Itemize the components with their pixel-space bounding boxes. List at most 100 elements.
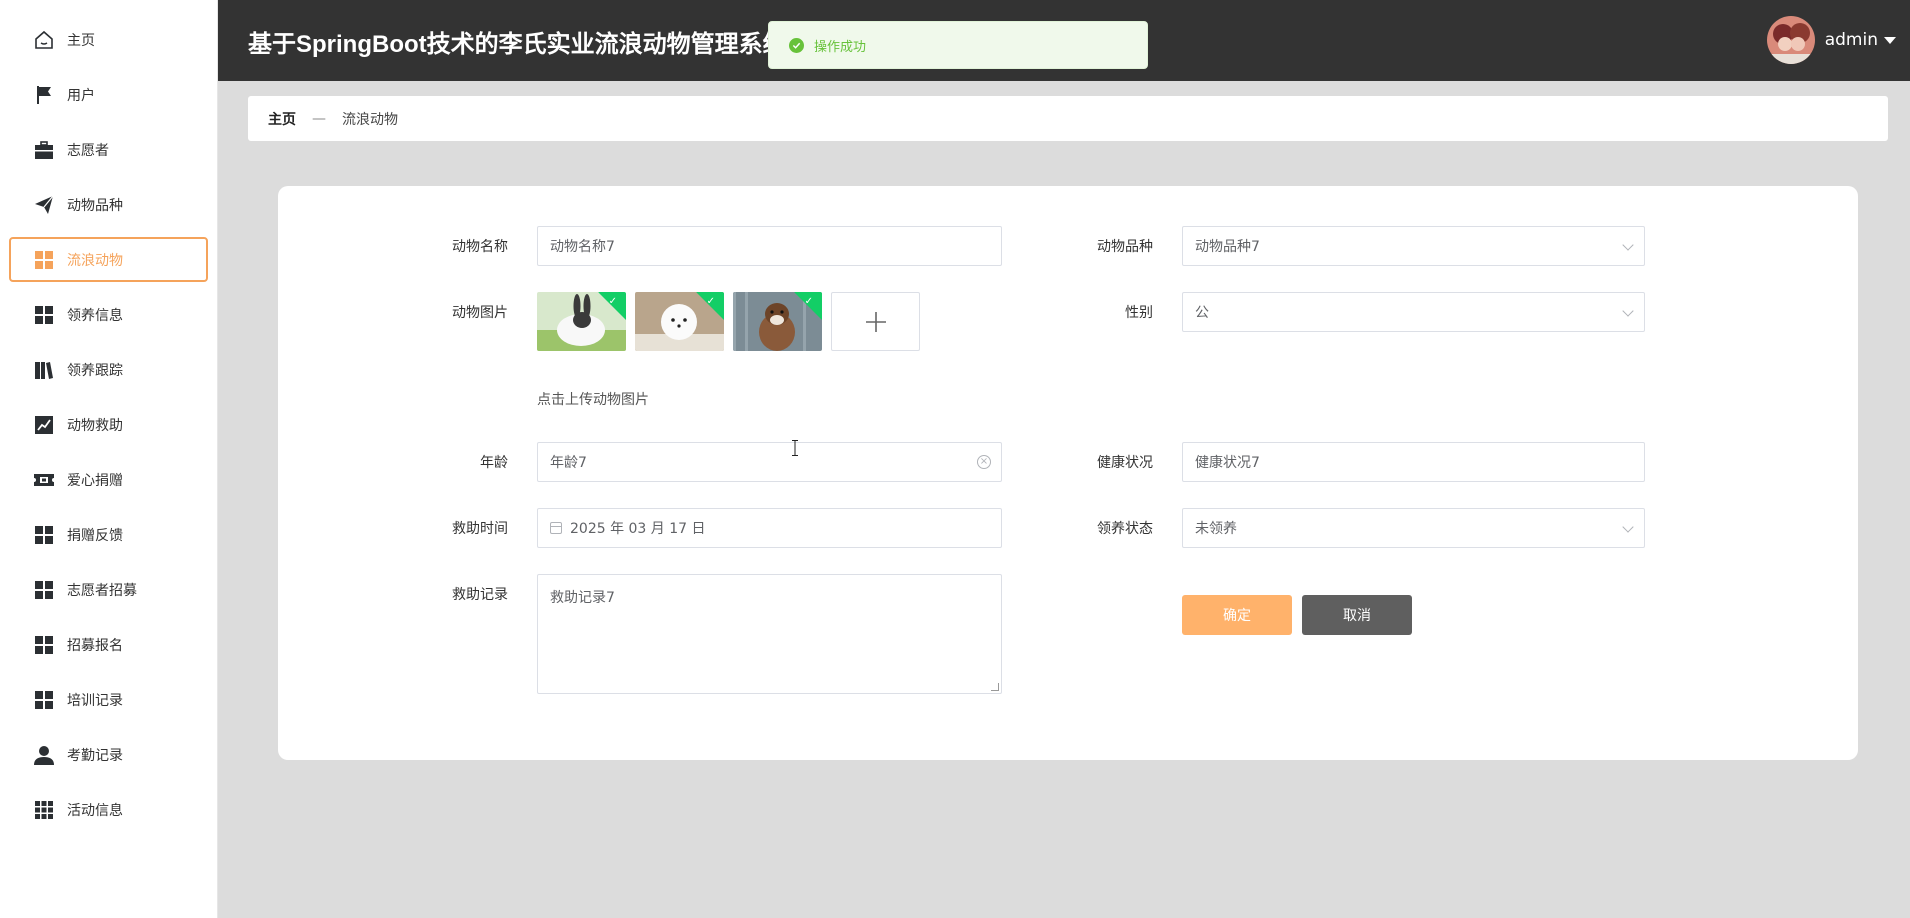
rescue-time-label: 救助时间 <box>452 521 508 537</box>
sidebar-item-label: 考勤记录 <box>67 747 123 764</box>
form-card: 动物名称 动物名称7 动物品种 动物品种7 动物图片 ✓ ✓ ✓ 性别 公 点击… <box>278 186 1858 760</box>
sidebar-item-donations[interactable]: 爱心捐赠 <box>9 457 208 502</box>
sidebar-item-home[interactable]: 主页 <box>9 17 208 62</box>
caret-down-icon[interactable] <box>1884 36 1896 44</box>
sidebar-item-label: 活动信息 <box>67 802 123 819</box>
rescue-date-picker[interactable]: 2025 年 03 月 17 日 <box>537 508 1002 548</box>
check-icon: ✓ <box>804 296 813 307</box>
briefcase-icon <box>33 139 55 161</box>
grid-icon <box>33 304 55 326</box>
clear-icon[interactable]: × <box>977 455 991 469</box>
sidebar-item-adoption-tracking[interactable]: 领养跟踪 <box>9 347 208 392</box>
chevron-down-icon <box>1622 521 1634 533</box>
sidebar-item-label: 志愿者招募 <box>67 582 137 599</box>
apps-icon <box>33 799 55 821</box>
sidebar-item-users[interactable]: 用户 <box>9 72 208 117</box>
check-icon: ✓ <box>608 296 617 307</box>
person-icon <box>33 744 55 766</box>
ticket-icon <box>33 469 55 491</box>
upload-image-button[interactable] <box>831 292 920 351</box>
text-cursor-icon <box>792 440 798 456</box>
book-icon <box>33 359 55 381</box>
breed-select[interactable]: 动物品种7 <box>1182 226 1645 266</box>
sidebar-item-training-records[interactable]: 培训记录 <box>9 677 208 722</box>
grid-icon <box>33 249 55 271</box>
adopt-status-value: 未领养 <box>1195 521 1237 537</box>
resize-handle[interactable] <box>991 683 999 691</box>
age-value: 年龄7 <box>550 455 587 471</box>
chart-line-icon <box>33 414 55 436</box>
sidebar-item-recruit-signup[interactable]: 招募报名 <box>9 622 208 667</box>
confirm-button[interactable]: 确定 <box>1182 595 1292 635</box>
toast-message: 操作成功 <box>814 39 867 55</box>
check-circle-icon <box>789 37 804 53</box>
breadcrumb-separator: — <box>312 110 326 127</box>
grid-icon <box>33 634 55 656</box>
animal-image-3[interactable]: ✓ <box>733 292 822 351</box>
check-icon: ✓ <box>706 296 715 307</box>
sidebar-item-stray-animals[interactable]: 流浪动物 <box>9 237 208 282</box>
sidebar-item-label: 捐赠反馈 <box>67 527 123 544</box>
breed-value: 动物品种7 <box>1195 239 1260 255</box>
cancel-button[interactable]: 取消 <box>1302 595 1412 635</box>
calendar-icon <box>550 522 562 534</box>
sidebar-item-activities[interactable]: 活动信息 <box>9 787 208 832</box>
sidebar-item-label: 领养跟踪 <box>67 362 123 379</box>
age-label: 年龄 <box>480 455 508 471</box>
age-input[interactable]: 年龄7 × <box>537 442 1002 482</box>
sidebar-item-adoption-info[interactable]: 领养信息 <box>9 292 208 337</box>
name-input[interactable]: 动物名称7 <box>537 226 1002 266</box>
adopt-status-label: 领养状态 <box>1097 521 1153 537</box>
gender-select[interactable]: 公 <box>1182 292 1645 332</box>
plus-icon <box>865 311 886 332</box>
sidebar-item-label: 流浪动物 <box>67 252 123 269</box>
sidebar-item-label: 动物救助 <box>67 417 123 434</box>
sidebar-item-label: 志愿者 <box>67 142 109 159</box>
paper-plane-icon <box>33 194 55 216</box>
image-label: 动物图片 <box>452 305 508 321</box>
breadcrumb-current: 流浪动物 <box>342 111 398 128</box>
sidebar-item-animal-breeds[interactable]: 动物品种 <box>9 182 208 227</box>
app-title: 基于SpringBoot技术的李氏实业流浪动物管理系统 <box>248 31 768 58</box>
rescue-date-value: 2025 年 03 月 17 日 <box>570 521 706 537</box>
user-menu[interactable]: admin <box>1766 16 1896 64</box>
grid-icon <box>33 689 55 711</box>
animal-image-2[interactable]: ✓ <box>635 292 724 351</box>
name-label: 动物名称 <box>452 239 508 255</box>
sidebar-item-volunteer-recruitment[interactable]: 志愿者招募 <box>9 567 208 612</box>
breadcrumb: 主页 — 流浪动物 <box>248 96 1888 141</box>
rescue-record-textarea[interactable]: 救助记录7 <box>537 574 1002 694</box>
rescue-record-label: 救助记录 <box>452 587 508 603</box>
sidebar-item-attendance[interactable]: 考勤记录 <box>9 732 208 777</box>
avatar[interactable] <box>1766 16 1815 64</box>
adopt-status-select[interactable]: 未领养 <box>1182 508 1645 548</box>
name-value: 动物名称7 <box>550 239 615 255</box>
sidebar-item-label: 领养信息 <box>67 307 123 324</box>
animal-image-1[interactable]: ✓ <box>537 292 626 351</box>
flag-icon <box>33 84 55 106</box>
breadcrumb-home[interactable]: 主页 <box>268 109 296 129</box>
breed-label: 动物品种 <box>1097 239 1153 255</box>
sidebar-item-volunteers[interactable]: 志愿者 <box>9 127 208 172</box>
username[interactable]: admin <box>1825 30 1878 50</box>
health-value: 健康状况7 <box>1195 455 1260 471</box>
grid-icon <box>33 579 55 601</box>
sidebar-item-label: 培训记录 <box>67 692 123 709</box>
upload-hint[interactable]: 点击上传动物图片 <box>537 389 649 409</box>
sidebar-menu: 主页 用户 志愿者 动物品种 流浪动物 领养信息 领养跟踪 动物救助 爱心捐赠 … <box>0 0 217 832</box>
home-icon <box>33 29 55 51</box>
sidebar-item-label: 用户 <box>67 87 95 104</box>
grid-icon <box>33 524 55 546</box>
sidebar-item-donation-feedback[interactable]: 捐赠反馈 <box>9 512 208 557</box>
success-toast: 操作成功 <box>768 21 1148 69</box>
health-input[interactable]: 健康状况7 <box>1182 442 1645 482</box>
sidebar-item-label: 招募报名 <box>67 637 123 654</box>
gender-label: 性别 <box>1125 305 1153 321</box>
rescue-record-value: 救助记录7 <box>550 590 615 606</box>
sidebar-item-animal-rescue[interactable]: 动物救助 <box>9 402 208 447</box>
sidebar-item-label: 主页 <box>67 32 95 49</box>
sidebar: 主页 用户 志愿者 动物品种 流浪动物 领养信息 领养跟踪 动物救助 爱心捐赠 … <box>0 0 218 918</box>
health-label: 健康状况 <box>1097 455 1153 471</box>
chevron-down-icon <box>1622 239 1634 251</box>
sidebar-item-label: 动物品种 <box>67 197 123 214</box>
